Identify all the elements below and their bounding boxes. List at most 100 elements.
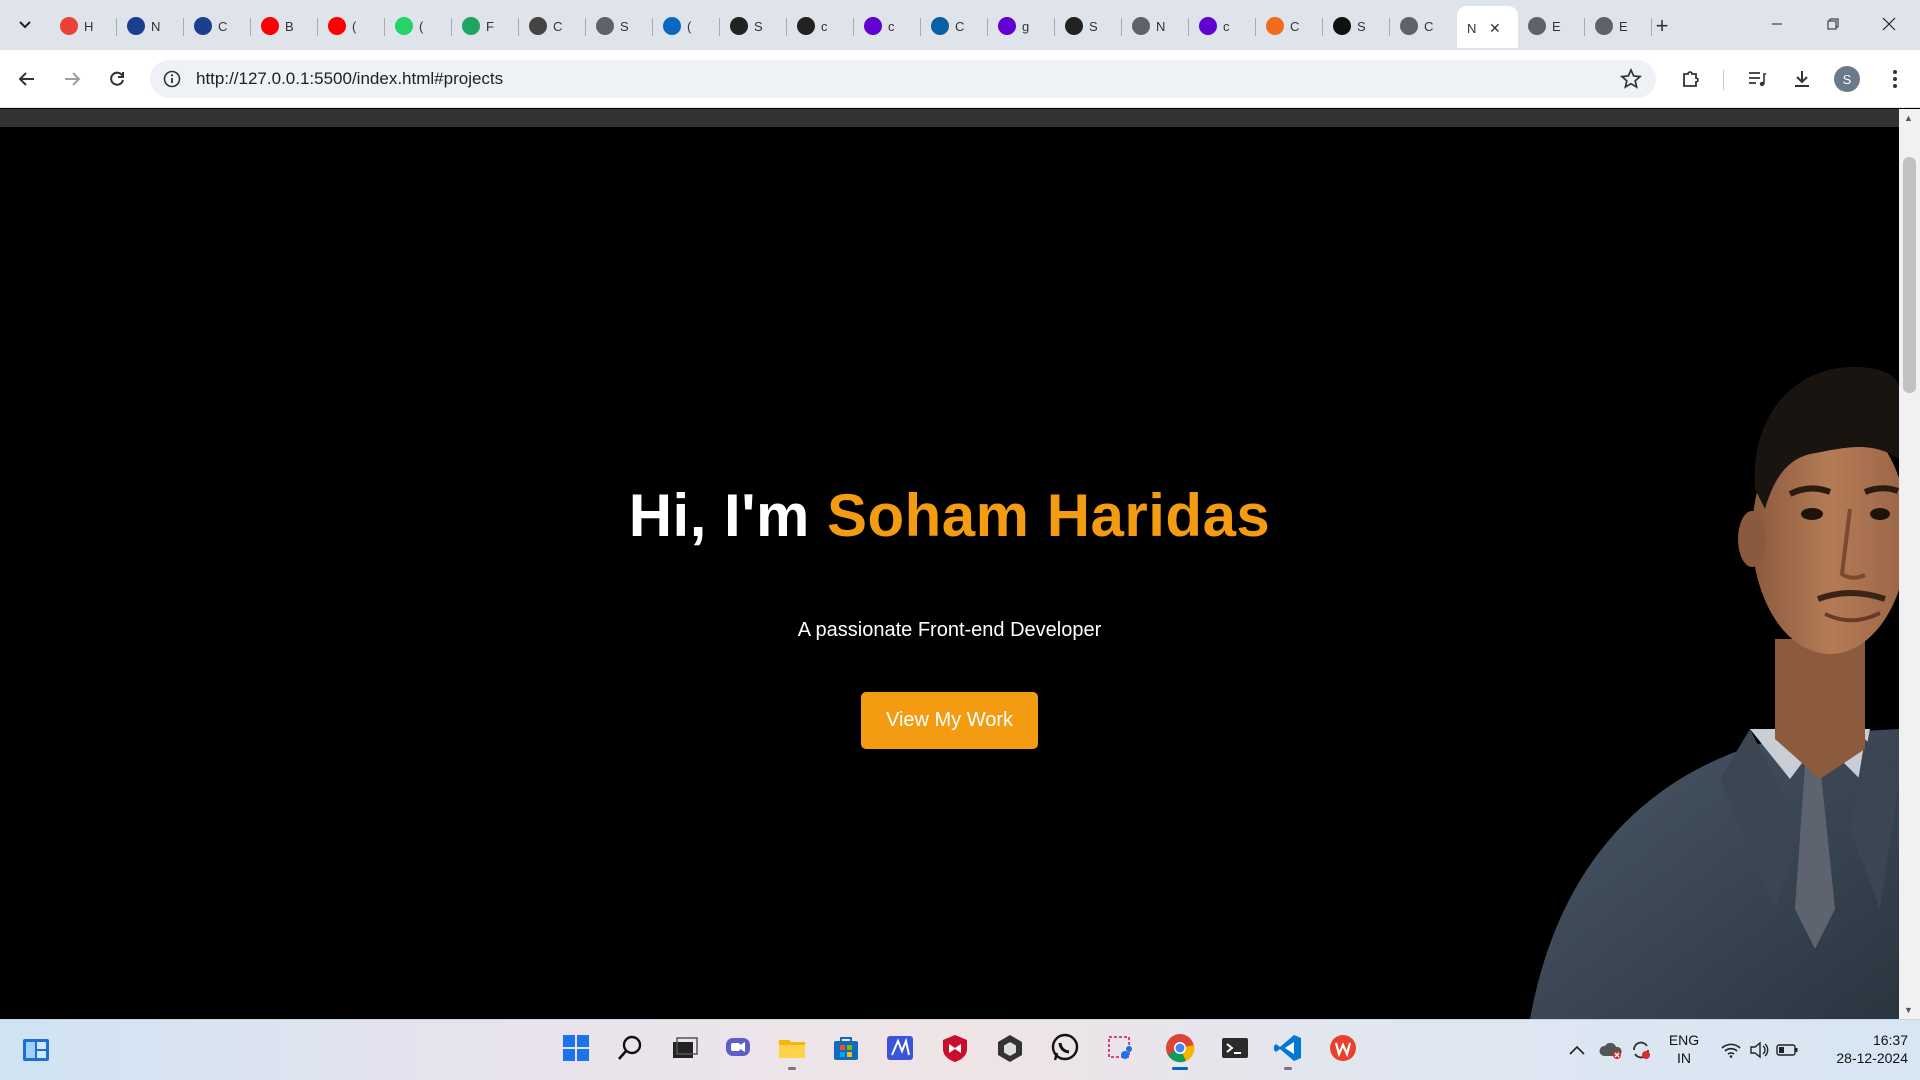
browser-tab[interactable]: g	[988, 8, 1055, 44]
chevron-up-icon	[1569, 1045, 1585, 1055]
task-view-taskbar-button[interactable]	[664, 1030, 704, 1070]
browser-tab[interactable]: S	[1323, 8, 1390, 44]
widgets-icon	[23, 1039, 49, 1061]
page-scrollbar[interactable]: ▲ ▼	[1899, 109, 1920, 1019]
wifi-tray-icon[interactable]	[1716, 1030, 1746, 1070]
globe-icon	[1595, 17, 1613, 35]
minimize-icon	[1772, 23, 1782, 25]
mathpix-taskbar-button[interactable]	[880, 1030, 920, 1070]
forward-button[interactable]	[55, 62, 89, 96]
chrome-taskbar-button[interactable]	[1160, 1030, 1200, 1070]
browser-tab[interactable]: N	[117, 8, 184, 44]
browser-tab[interactable]: S	[1055, 8, 1122, 44]
browser-tab-active[interactable]: N ✕	[1457, 6, 1518, 48]
browser-tab[interactable]: E	[1585, 8, 1652, 44]
browser-tab[interactable]: C	[519, 8, 586, 44]
language-indicator[interactable]: ENG IN	[1664, 1031, 1704, 1067]
browser-tab[interactable]: E	[1518, 8, 1585, 44]
browser-tab[interactable]: C	[1256, 8, 1323, 44]
chrome-icon	[1164, 1032, 1196, 1069]
clock[interactable]: 16:37 28-12-2024	[1812, 1031, 1908, 1067]
scroll-down-arrow-icon[interactable]: ▼	[1904, 1005, 1913, 1015]
tab-title: S	[620, 18, 629, 34]
linkedin-icon	[663, 17, 681, 35]
minimize-button[interactable]	[1754, 8, 1800, 40]
onedrive-tray-icon[interactable]	[1596, 1030, 1626, 1070]
browser-tab[interactable]: C	[921, 8, 988, 44]
extensions-button[interactable]	[1676, 64, 1706, 94]
browser-tab[interactable]: c	[854, 8, 921, 44]
profile-initial: S	[1842, 71, 1852, 87]
site-navbar	[0, 109, 1899, 127]
snipping-tool-taskbar-button[interactable]	[1100, 1030, 1140, 1070]
close-window-button[interactable]	[1866, 8, 1912, 40]
teams-taskbar-button[interactable]	[718, 1030, 758, 1070]
store-taskbar-button[interactable]	[826, 1030, 866, 1070]
google-drive-icon	[462, 17, 480, 35]
tab-title: F	[486, 18, 494, 34]
media-control-button[interactable]	[1742, 64, 1772, 94]
back-button[interactable]	[10, 62, 44, 96]
tab-search-button[interactable]	[10, 10, 40, 40]
browser-tab[interactable]: c	[1189, 8, 1256, 44]
profile-avatar[interactable]: S	[1834, 66, 1860, 92]
whatsapp-taskbar-button[interactable]	[1045, 1030, 1085, 1070]
browser-tab[interactable]: (	[385, 8, 452, 44]
browser-tab[interactable]: S	[720, 8, 787, 44]
wps-office-icon	[1328, 1033, 1358, 1068]
browser-tab[interactable]: N	[1122, 8, 1189, 44]
youtube-icon	[261, 17, 279, 35]
tab-title: E	[1552, 18, 1561, 34]
browser-toolbar: http://127.0.0.1:5500/index.html#project…	[0, 50, 1920, 108]
playlist-icon	[1749, 72, 1766, 87]
volume-tray-icon[interactable]	[1744, 1030, 1774, 1070]
tab-title: C	[553, 18, 563, 34]
browser-tab[interactable]: B	[251, 8, 318, 44]
start-icon	[562, 1034, 590, 1067]
restore-button[interactable]	[1810, 8, 1856, 40]
scroll-up-arrow-icon[interactable]: ▲	[1904, 113, 1913, 123]
view-my-work-button[interactable]: View My Work	[861, 692, 1038, 749]
close-icon	[1882, 17, 1896, 31]
browser-tab[interactable]: (	[318, 8, 385, 44]
vscode-taskbar-button[interactable]	[1268, 1030, 1308, 1070]
browser-tab[interactable]: C	[1390, 8, 1457, 44]
tab-title: g	[1022, 18, 1030, 34]
close-tab-icon[interactable]: ✕	[1489, 20, 1501, 37]
github-icon	[1065, 17, 1083, 35]
widgets-button[interactable]	[16, 1030, 56, 1070]
sync-tray-icon[interactable]	[1626, 1030, 1656, 1070]
terminal-taskbar-button[interactable]	[1215, 1030, 1255, 1070]
scroll-thumb[interactable]	[1903, 157, 1916, 393]
diamond-icon	[1266, 17, 1284, 35]
tab-title: (	[419, 18, 424, 34]
mcafee-taskbar-button[interactable]	[935, 1030, 975, 1070]
running-indicator	[1284, 1067, 1292, 1070]
downloads-button[interactable]	[1787, 64, 1817, 94]
search-taskbar-button[interactable]	[610, 1030, 650, 1070]
tab-title: H	[84, 18, 94, 34]
meta-icon	[194, 17, 212, 35]
reload-button[interactable]	[100, 62, 134, 96]
browser-tab[interactable]: S	[586, 8, 653, 44]
wps-office-taskbar-button[interactable]	[1323, 1030, 1363, 1070]
site-info-icon[interactable]	[160, 67, 184, 91]
bookmark-star-icon[interactable]	[1620, 68, 1642, 90]
address-bar[interactable]: http://127.0.0.1:5500/index.html#project…	[150, 60, 1656, 98]
browser-tab[interactable]: C	[184, 8, 251, 44]
start-taskbar-button[interactable]	[556, 1030, 596, 1070]
browser-tab[interactable]: (	[653, 8, 720, 44]
browser-tab[interactable]: c	[787, 8, 854, 44]
browser-tab[interactable]: F	[452, 8, 519, 44]
tab-title: C	[1424, 18, 1434, 34]
unity-taskbar-button[interactable]	[990, 1030, 1030, 1070]
github-icon	[730, 17, 748, 35]
new-tab-button[interactable]: +	[1648, 12, 1676, 40]
file-explorer-taskbar-button[interactable]	[772, 1030, 812, 1070]
arrow-left-icon	[18, 72, 34, 86]
tab-title: E	[1619, 18, 1628, 34]
show-hidden-icons-button[interactable]	[1562, 1030, 1592, 1070]
chrome-menu-button[interactable]	[1880, 64, 1910, 94]
battery-tray-icon[interactable]	[1772, 1030, 1802, 1070]
browser-tab[interactable]: H	[50, 8, 117, 44]
